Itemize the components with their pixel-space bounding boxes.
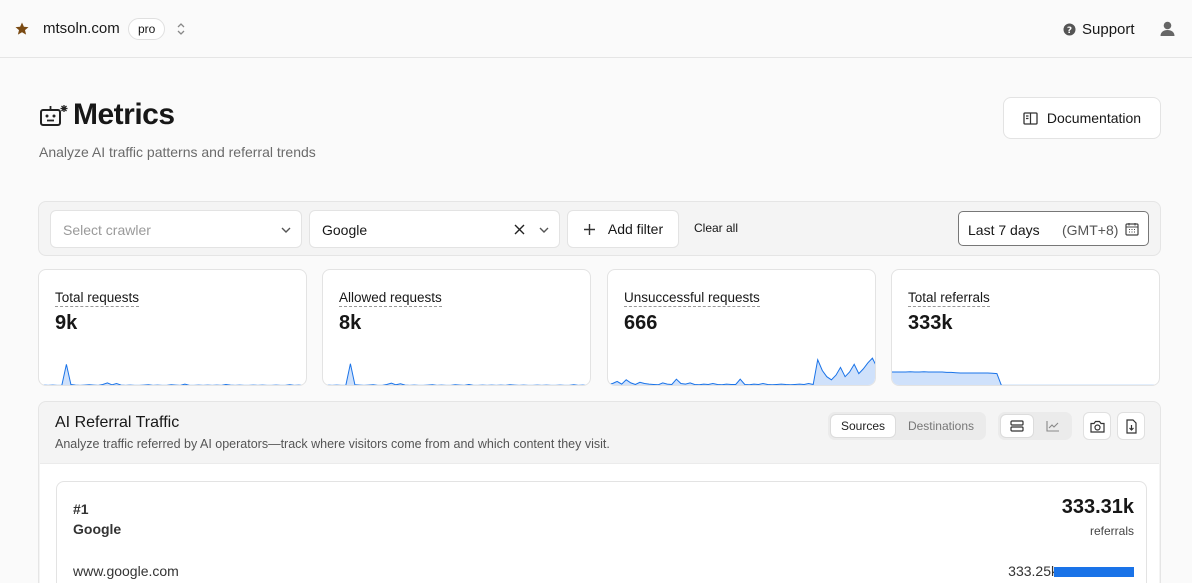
top-bar: mtsoln.com pro ? Support	[0, 0, 1192, 58]
metric-card-unsuccessful-requests[interactable]: Unsuccessful requests 666	[607, 269, 876, 386]
svg-text:?: ?	[1067, 26, 1072, 36]
sparkline-area	[61, 364, 292, 385]
sparkline-line	[39, 364, 306, 385]
sparkline-area	[345, 363, 576, 385]
metric-card-total-requests[interactable]: Total requests 9k	[38, 269, 307, 386]
crawler-select[interactable]: Select crawler	[50, 210, 302, 248]
support-label: Support	[1082, 20, 1135, 38]
panel-title: AI Referral Traffic	[55, 414, 180, 431]
metric-label: Unsuccessful requests	[624, 290, 760, 307]
plus-icon	[583, 223, 595, 235]
source-domain[interactable]: www.google.com	[73, 563, 179, 579]
date-range-label: Last 7 days	[968, 222, 1040, 238]
camera-icon	[1089, 420, 1105, 433]
user-icon[interactable]	[1159, 20, 1176, 37]
add-filter-button[interactable]: Add filter	[567, 210, 679, 248]
metric-value: 8k	[339, 312, 362, 334]
help-icon: ?	[1063, 23, 1076, 36]
star-icon	[15, 22, 29, 35]
source-card[interactable]: #1 Google 333.31k referrals www.google.c…	[56, 481, 1147, 583]
documentation-button[interactable]: Documentation	[1003, 97, 1161, 139]
panel-subtitle: Analyze traffic referred by AI operators…	[55, 437, 610, 451]
metric-label: Total requests	[55, 290, 140, 307]
clear-all-button[interactable]: Clear all	[694, 221, 738, 235]
list-view-icon	[1010, 420, 1024, 432]
metric-label: Total referrals	[908, 290, 990, 307]
metric-label: Allowed requests	[339, 290, 442, 307]
date-range-picker[interactable]: Last 7 days (GMT+8)	[958, 211, 1149, 246]
screenshot-button[interactable]	[1083, 412, 1111, 440]
sparkline	[892, 371, 1159, 385]
plan-badge: pro	[128, 18, 166, 40]
export-icon	[1125, 418, 1137, 434]
calendar-icon	[1125, 223, 1139, 236]
referral-list: #1 Google 333.31k referrals www.google.c…	[40, 463, 1159, 583]
sparkline-line	[323, 363, 590, 385]
source-unit: referrals	[1089, 524, 1134, 538]
workspace-domain[interactable]: mtsoln.com	[43, 20, 120, 37]
sparkline	[39, 364, 306, 385]
metric-card-total-referrals[interactable]: Total referrals 333k	[891, 269, 1160, 386]
tab-sources[interactable]: Sources	[830, 414, 896, 438]
crawler-placeholder: Select crawler	[63, 222, 151, 238]
switcher-icon[interactable]	[175, 20, 187, 38]
chart-view-button[interactable]	[1036, 414, 1070, 438]
operator-select[interactable]: Google	[309, 210, 560, 248]
page-title: Metrics	[73, 98, 175, 131]
list-view-button[interactable]	[1000, 414, 1034, 438]
source-total: 333.31k	[1061, 496, 1134, 518]
clear-icon[interactable]	[513, 223, 526, 236]
metric-value: 666	[624, 312, 658, 334]
source-rank: #1	[73, 501, 89, 517]
chevron-down-icon	[539, 227, 549, 233]
support-link[interactable]: ? Support	[1063, 19, 1135, 39]
share-bar	[1054, 567, 1134, 577]
documentation-label: Documentation	[1046, 110, 1142, 126]
sparkline	[323, 363, 590, 385]
metric-value: 333k	[908, 312, 953, 334]
page-subtitle: Analyze AI traffic patterns and referral…	[39, 144, 316, 160]
sources-destinations-toggle: Sources Destinations	[828, 412, 986, 440]
chart-view-icon	[1046, 421, 1059, 432]
export-button[interactable]	[1117, 412, 1145, 440]
metric-card-allowed-requests[interactable]: Allowed requests 8k	[322, 269, 591, 386]
robot-icon	[40, 105, 68, 126]
book-icon	[1023, 111, 1038, 125]
operator-value: Google	[322, 222, 368, 238]
sparkline-area	[892, 371, 1002, 385]
metric-value: 9k	[55, 312, 78, 334]
referral-traffic-panel: AI Referral Traffic Analyze traffic refe…	[38, 401, 1161, 583]
sparkline	[608, 357, 875, 385]
chevron-down-icon	[281, 227, 291, 233]
filter-bar: Select crawler Google Add filter Clear a…	[38, 201, 1161, 256]
add-filter-label: Add filter	[607, 221, 664, 237]
view-toggle	[998, 412, 1072, 440]
source-domain-value: 333.25k	[1008, 563, 1058, 579]
share-bar-fill	[1054, 567, 1134, 577]
timezone-label: (GMT+8)	[1062, 222, 1119, 238]
source-name: Google	[73, 521, 122, 537]
tab-destinations[interactable]: Destinations	[898, 414, 984, 438]
